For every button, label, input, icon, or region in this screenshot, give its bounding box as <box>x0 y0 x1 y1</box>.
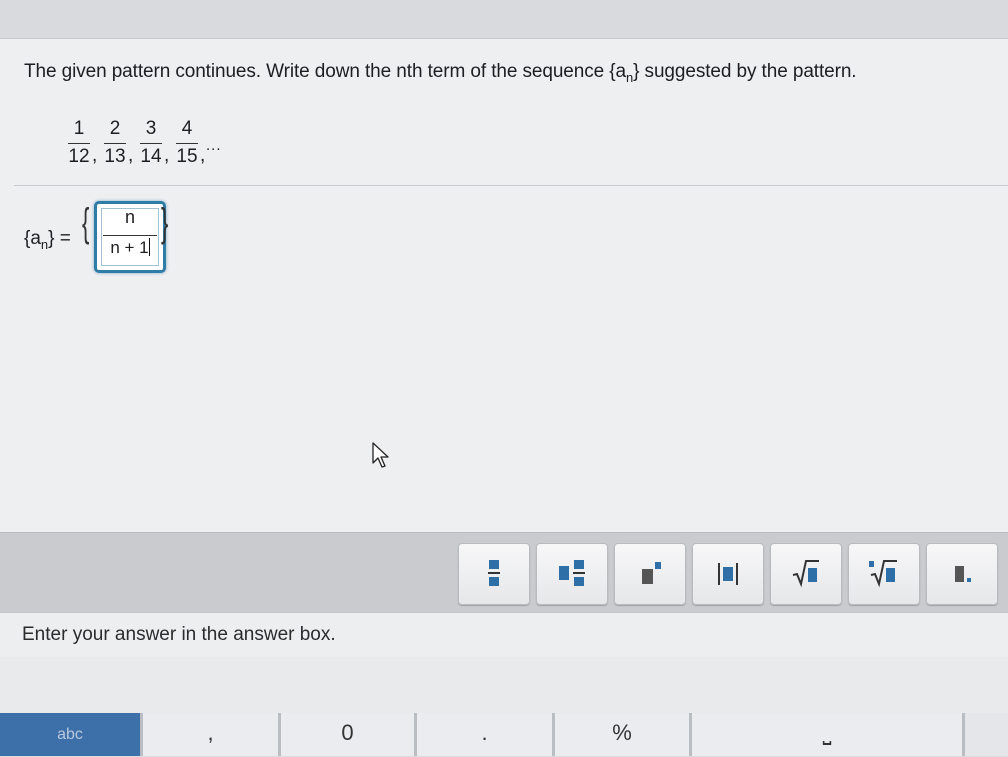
nth-root-button[interactable] <box>848 543 920 605</box>
term-numerator: 4 <box>181 118 193 139</box>
term-separator: , <box>128 145 134 166</box>
fraction-icon <box>488 560 500 586</box>
square-root-icon <box>792 560 819 588</box>
fraction-bar <box>103 235 157 236</box>
term-numerator: 1 <box>73 118 85 139</box>
answer-label: {an} = <box>24 228 71 252</box>
abc-key[interactable]: abc <box>0 713 143 756</box>
right-brace: } <box>161 201 169 245</box>
status-message: Enter your answer in the answer box. <box>22 624 336 645</box>
decimal-button[interactable] <box>926 543 998 605</box>
top-band <box>0 0 1008 39</box>
mouse-pointer-icon <box>372 442 389 468</box>
question-text: The given pattern continues. Write down … <box>24 61 857 85</box>
term-separator: , <box>92 145 98 166</box>
text-caret <box>148 238 150 256</box>
decimal-icon <box>955 566 971 582</box>
term-denominator: 15 <box>176 146 198 167</box>
mixed-number-icon <box>559 560 585 586</box>
math-toolbar <box>0 532 1008 613</box>
term-denominator: 14 <box>140 146 162 167</box>
nth-root-icon <box>869 560 897 588</box>
answer-box[interactable]: n n + 1 <box>94 201 166 273</box>
question-text-end: } suggested by the pattern. <box>633 61 857 82</box>
exponent-icon <box>642 562 661 584</box>
question-text-start: The given pattern continues. Write down … <box>24 61 626 82</box>
square-root-button[interactable] <box>770 543 842 605</box>
term-denominator: 12 <box>68 146 90 167</box>
absolute-value-button[interactable] <box>692 543 764 605</box>
keyboard-gap <box>0 657 1008 713</box>
comma-key[interactable]: , <box>143 713 281 756</box>
sequence-term: 4 15 <box>172 117 202 168</box>
term-numerator: 2 <box>109 118 121 139</box>
status-bar: Enter your answer in the answer box. <box>0 612 1008 658</box>
fraction-button[interactable] <box>458 543 530 605</box>
answer-denominator[interactable]: n + 1 <box>97 238 163 258</box>
exponent-button[interactable] <box>614 543 686 605</box>
question-panel: The given pattern continues. Write down … <box>0 39 1008 532</box>
sequence-term: 3 14 <box>136 117 166 168</box>
answer-numerator[interactable]: n <box>97 207 163 228</box>
answer-label-close: } = <box>48 228 71 249</box>
sequence-ellipsis: ... <box>206 137 222 154</box>
sequence-term: 2 13 <box>100 117 130 168</box>
answer-label-open: {a <box>24 228 41 249</box>
term-denominator: 13 <box>104 146 126 167</box>
absolute-value-icon <box>718 563 738 585</box>
term-separator: , <box>200 145 206 166</box>
sequence-term: 1 12 <box>64 117 94 168</box>
zero-key[interactable]: 0 <box>281 713 417 756</box>
term-numerator: 3 <box>145 118 157 139</box>
mixed-number-button[interactable] <box>536 543 608 605</box>
section-divider <box>14 185 1008 186</box>
keypad-row: abc , 0 . % ⎵ <box>0 713 1008 756</box>
decimal-point-key[interactable]: . <box>417 713 555 756</box>
percent-key[interactable]: % <box>555 713 692 756</box>
answer-denominator-text: n + 1 <box>110 238 149 257</box>
space-key[interactable]: ⎵ <box>692 713 965 756</box>
term-separator: , <box>164 145 170 166</box>
left-brace: { <box>82 201 90 245</box>
